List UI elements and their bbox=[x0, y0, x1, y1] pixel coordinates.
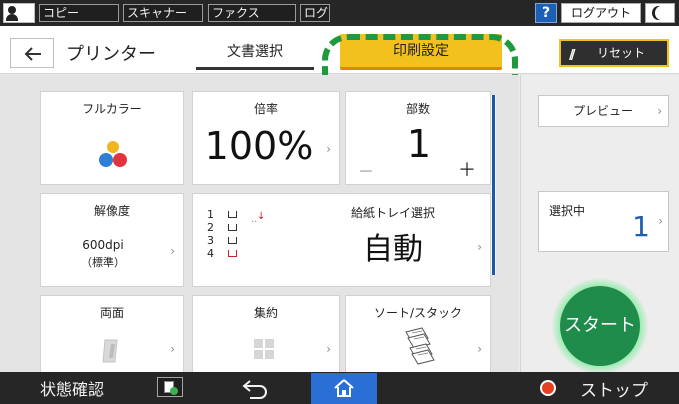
tray-arrow-icon: ·· bbox=[251, 217, 258, 228]
reset-button[interactable]: // リセット bbox=[559, 39, 669, 67]
selected-count: 1 bbox=[632, 210, 650, 243]
bottom-bar: 状態確認 ストップ bbox=[0, 372, 679, 404]
tray-list: 1 2 3 4 bbox=[207, 208, 243, 260]
tab-scanner[interactable]: スキャナー bbox=[123, 4, 203, 22]
tile-resolution[interactable]: 解像度 600dpi （標準） › bbox=[40, 193, 184, 287]
tab-copy[interactable]: コピー bbox=[39, 4, 119, 22]
home-icon bbox=[334, 379, 354, 397]
undo-icon[interactable] bbox=[236, 377, 276, 399]
help-button[interactable]: ? bbox=[535, 3, 557, 23]
moon-icon bbox=[655, 6, 668, 20]
tile-title: 部数 bbox=[405, 102, 430, 116]
side-panel: プレビュー › 選択中 1 › スタート bbox=[520, 75, 679, 374]
resolution-note: （標準） bbox=[81, 256, 125, 269]
tile-title: 解像度 bbox=[93, 204, 130, 218]
preview-button[interactable]: プレビュー › bbox=[538, 95, 669, 127]
tab-log[interactable]: ログ bbox=[300, 4, 330, 22]
chevron-right-icon: › bbox=[477, 342, 482, 356]
tray-2: 2 bbox=[207, 221, 243, 234]
tile-paper-tray[interactable]: 給紙トレイ選択 1 2 3 4 ↓ ·· 自動 › bbox=[192, 193, 491, 287]
selected-count-box[interactable]: 選択中 1 › bbox=[538, 191, 669, 252]
tile-title: 倍率 bbox=[253, 102, 278, 116]
chevron-right-icon: › bbox=[170, 244, 175, 258]
settings-tiles: フルカラー 倍率 100% › 部数 1 － ＋ 解像度 600dpi （標準）… bbox=[0, 75, 518, 372]
page-title: プリンター bbox=[66, 44, 156, 65]
tile-title: フルカラー bbox=[82, 102, 142, 116]
main-panel: プリンター 文書選択 印刷設定 // リセット フルカラー 倍率 100% › … bbox=[0, 26, 679, 374]
stop-icon bbox=[540, 380, 556, 396]
resolution-value: 600dpi bbox=[82, 238, 124, 252]
tile-sort-stack[interactable]: ソート/スタック › bbox=[345, 295, 491, 372]
home-button[interactable] bbox=[311, 373, 377, 404]
reset-label: リセット bbox=[597, 46, 646, 60]
chevron-right-icon: › bbox=[657, 104, 662, 118]
start-button[interactable]: スタート bbox=[560, 286, 640, 366]
logout-button[interactable]: ログアウト bbox=[561, 3, 641, 23]
tile-title: 両面 bbox=[99, 306, 124, 320]
stop-button[interactable]: ストップ bbox=[526, 372, 679, 404]
tile-color-mode[interactable]: フルカラー bbox=[40, 91, 184, 185]
arrow-left-icon bbox=[24, 47, 41, 61]
chevron-right-icon: › bbox=[326, 342, 331, 356]
chevron-right-icon: › bbox=[326, 142, 331, 156]
tab-fax[interactable]: ファクス bbox=[208, 4, 296, 22]
selected-label: 選択中 bbox=[549, 204, 586, 218]
chevron-right-icon: › bbox=[658, 214, 663, 228]
reset-icon: // bbox=[569, 48, 576, 63]
tile-zoom[interactable]: 倍率 100% › bbox=[192, 91, 340, 185]
tile-copies[interactable]: 部数 1 － ＋ bbox=[345, 91, 491, 185]
tray-3: 3 bbox=[207, 234, 243, 247]
night-mode-button[interactable] bbox=[645, 3, 675, 23]
job-status-icon[interactable] bbox=[157, 377, 183, 397]
status-check-button[interactable]: 状態確認 bbox=[40, 376, 104, 400]
tab-document-select[interactable]: 文書選択 bbox=[196, 36, 314, 70]
tile-title: ソート/スタック bbox=[373, 306, 463, 320]
zoom-value: 100% bbox=[204, 124, 314, 168]
header: プリンター 文書選択 印刷設定 // リセット bbox=[0, 26, 679, 74]
stop-label: ストップ bbox=[580, 381, 648, 401]
tray-value: 自動 bbox=[363, 232, 423, 267]
tray-arrow-icon: ↓ bbox=[257, 211, 266, 222]
user-icon[interactable] bbox=[3, 3, 35, 23]
preview-label: プレビュー bbox=[573, 104, 634, 118]
chevron-right-icon: › bbox=[477, 240, 482, 254]
tile-combine[interactable]: 集約 › bbox=[192, 295, 340, 372]
tile-title: 集約 bbox=[253, 306, 278, 320]
top-bar: コピー スキャナー ファクス ログ ? ログアウト bbox=[0, 0, 679, 26]
scrollbar-thumb[interactable] bbox=[492, 95, 495, 275]
chevron-right-icon: › bbox=[170, 342, 175, 356]
copies-minus-button[interactable]: － bbox=[358, 158, 374, 182]
copies-plus-button[interactable]: ＋ bbox=[458, 156, 476, 182]
tile-title: 給紙トレイ選択 bbox=[350, 206, 435, 220]
tab-print-settings[interactable]: 印刷設定 bbox=[340, 34, 502, 70]
sort-stack-icon bbox=[405, 327, 435, 365]
tray-1: 1 bbox=[207, 208, 243, 221]
combine-grid-icon bbox=[254, 339, 274, 359]
tile-duplex[interactable]: 両面 › bbox=[40, 295, 184, 372]
tray-4: 4 bbox=[207, 247, 243, 260]
duplex-page-icon bbox=[102, 339, 118, 363]
color-dots-icon bbox=[99, 141, 127, 167]
back-button[interactable] bbox=[10, 38, 54, 68]
